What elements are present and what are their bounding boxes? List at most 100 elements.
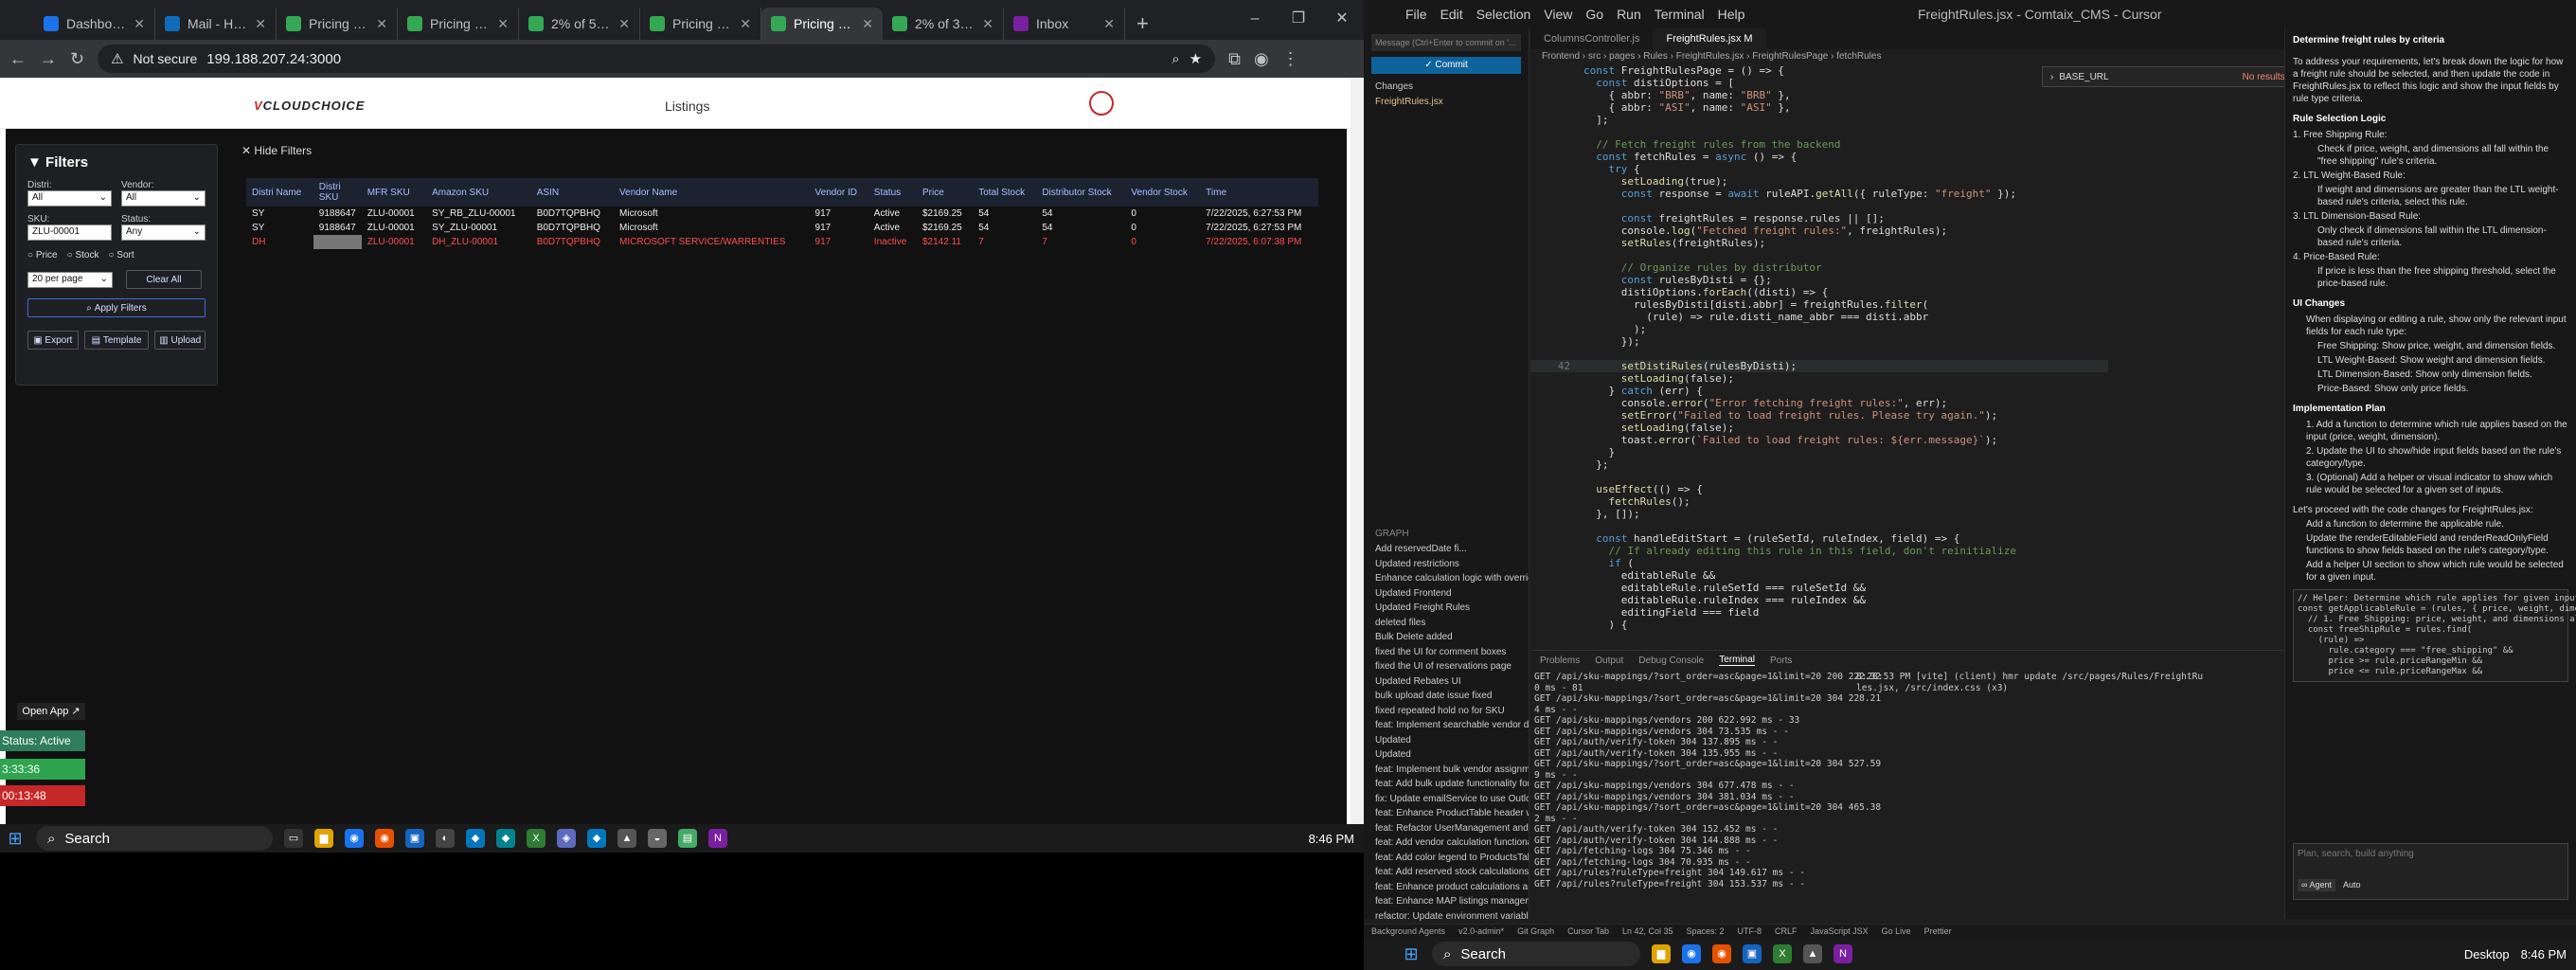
browser-tab[interactable]: Pricing CM ✕ [398, 8, 519, 40]
app-icon[interactable]: ◆ [466, 829, 485, 848]
desktop-label[interactable]: Desktop [2464, 947, 2510, 961]
model-select[interactable]: Auto [2343, 879, 2361, 891]
profile-icon[interactable]: ◉ [1254, 49, 1269, 69]
radio-sort[interactable]: ○ Sort [108, 250, 134, 260]
taskbar-search[interactable]: ⌕ Search [1432, 942, 1640, 966]
commit-item[interactable]: Add reservedDate fi... [1364, 542, 1529, 557]
task-view-icon[interactable]: ▭ [284, 829, 303, 848]
column-header[interactable]: Amazon SKU [426, 178, 531, 207]
status-item[interactable]: Cursor Tab [1567, 926, 1609, 936]
zoom-icon[interactable]: ⌕ [1172, 51, 1179, 67]
status-item[interactable]: JavaScript JSX [1811, 926, 1869, 936]
menu-item[interactable]: File [1405, 7, 1427, 22]
chat-input[interactable]: Plan, search, build anything ∞ Agent Aut… [2293, 843, 2568, 900]
commit-item[interactable]: feat: Add color legend to ProductsTable.… [1364, 851, 1529, 866]
minimize-icon[interactable]: – [1233, 0, 1277, 40]
agent-mode-select[interactable]: ∞ Agent [2298, 879, 2335, 891]
column-header[interactable]: Distributor Stock [1036, 178, 1126, 207]
panel-tab[interactable]: Ports [1770, 656, 1792, 666]
commit-item[interactable]: feat: Enhance MAP listings managemen... [1364, 894, 1529, 909]
column-header[interactable]: Distri SKU [313, 178, 362, 207]
column-header[interactable]: Status [868, 178, 917, 207]
commit-item[interactable]: Updated Frontend [1364, 586, 1529, 602]
commit-item[interactable]: refactor: Update environment variable ..… [1364, 909, 1529, 925]
firefox-icon[interactable]: ◉ [375, 829, 394, 848]
onenote-icon[interactable]: N [1834, 944, 1852, 963]
graph-header[interactable]: GRAPH [1364, 527, 1529, 542]
commit-item[interactable]: feat: Implement searchable vendor dro... [1364, 718, 1529, 733]
status-item[interactable]: Go Live [1882, 926, 1911, 936]
changed-file-item[interactable]: FreightRules.jsx [1364, 95, 1529, 110]
commit-item[interactable]: fixed the UI of reservations page [1364, 659, 1529, 674]
browser-tab[interactable]: Pricing CMS ✕ [640, 8, 761, 40]
new-tab-button[interactable]: + [1125, 8, 1160, 40]
bookmark-star-icon[interactable]: ★ [1190, 50, 1202, 67]
terminal-backend[interactable]: GET /api/sku-mappings/?sort_order=asc&pa… [1534, 672, 1881, 889]
terminal-frontend[interactable]: 8:28:53 PM [vite] (client) hmr update /s… [1856, 672, 2207, 693]
column-header[interactable]: Vendor Stock [1125, 178, 1201, 207]
status-item[interactable]: CRLF [1775, 926, 1798, 936]
distri-select[interactable]: All ⌄ [27, 190, 112, 207]
status-item[interactable]: Ln 42, Col 35 [1622, 926, 1673, 936]
panel-tab[interactable]: Terminal [1719, 655, 1756, 666]
status-select[interactable]: Any ⌄ [121, 225, 206, 241]
commit-message-input[interactable]: Message (Ctrl+Enter to commit on '... [1371, 34, 1521, 51]
browser-tab[interactable]: Inbox ✕ [1004, 8, 1125, 40]
close-icon[interactable]: ✕ [1320, 0, 1364, 40]
page-scrollbar[interactable] [1351, 78, 1364, 831]
browser-tab[interactable]: Pricing CMS ✕ [277, 8, 398, 40]
browser-tab[interactable]: Dashboard ✕ [34, 8, 155, 40]
app-icon[interactable]: ◆ [587, 829, 606, 848]
commit-item[interactable]: Updated Freight Rules [1364, 601, 1529, 616]
close-icon[interactable]: ✕ [255, 16, 266, 32]
radio-stock[interactable]: ○ Stock [67, 250, 99, 260]
cursor-icon[interactable]: ▲ [617, 829, 636, 848]
column-header[interactable]: Vendor ID [809, 178, 868, 207]
close-icon[interactable]: ✕ [862, 16, 873, 32]
status-item[interactable]: Git Graph [1517, 926, 1554, 936]
table-row[interactable]: DH ZLU-00001 DH_ZLU-00001 B0D7TQPBHQ MICROSO… [246, 235, 1318, 249]
reload-icon[interactable]: ↻ [70, 49, 84, 69]
app-icon[interactable]: ◐ [436, 829, 455, 848]
menu-item[interactable]: Help [1718, 7, 1745, 22]
panel-tab[interactable]: Debug Console [1638, 656, 1704, 666]
excel-icon[interactable]: X [1773, 944, 1792, 963]
close-icon[interactable]: ✕ [1103, 16, 1115, 32]
vendor-select[interactable]: All ⌄ [121, 190, 206, 207]
status-item[interactable]: Background Agents [1371, 926, 1445, 936]
forward-icon[interactable]: → [40, 49, 57, 69]
menu-item[interactable]: Run [1617, 7, 1641, 22]
radio-price[interactable]: ○ Price [27, 250, 58, 260]
find-widget[interactable]: › BASE_URL No results ↑ ↓ ✕ [2042, 66, 2326, 87]
commit-item[interactable]: Bulk Delete added [1364, 630, 1529, 645]
browser-tab[interactable]: Mail - Hasa ✕ [155, 8, 277, 40]
commit-item[interactable]: Updated Rebates UI [1364, 674, 1529, 690]
windows-start-icon[interactable]: ⊞ [6, 829, 25, 848]
menu-item[interactable]: View [1544, 7, 1572, 22]
editor-tab[interactable]: FreightRules.jsx M [1653, 28, 1766, 49]
close-icon[interactable]: ✕ [497, 16, 509, 32]
cursor-icon[interactable]: ▲ [1803, 944, 1822, 963]
commit-button[interactable]: ✓ Commit [1371, 57, 1521, 74]
commit-item[interactable]: feat: Enhance ProductTable header wit... [1364, 806, 1529, 821]
chrome-icon[interactable]: ◉ [345, 829, 364, 848]
nav-listings[interactable]: Listings [665, 99, 709, 114]
commit-item[interactable]: feat: Enhance product calculations and .… [1364, 880, 1529, 895]
table-row[interactable]: SY 9188647 ZLU-00001 SY_RB_ZLU-00001 B0D7TQP… [246, 207, 1318, 221]
commit-item[interactable]: feat: Add vendor calculation functional.… [1364, 835, 1529, 851]
code-area[interactable]: const FreightRulesPage = () => { const d… [1530, 64, 2108, 631]
app-icon[interactable]: ◆ [496, 829, 515, 848]
column-header[interactable]: Distri Name [246, 178, 313, 207]
extensions-icon[interactable]: ⧉ [1228, 49, 1241, 69]
windows-start-icon[interactable]: ⊞ [1402, 944, 1421, 963]
column-header[interactable]: Vendor Name [614, 178, 810, 207]
browser-tab[interactable]: 2% of 32.8 ✕ [883, 8, 1004, 40]
commit-item[interactable]: deleted files [1364, 616, 1529, 631]
changes-header[interactable]: Changes [1364, 80, 1529, 95]
commit-item[interactable]: feat: Implement bulk vendor assignmen... [1364, 763, 1529, 778]
editor-tab[interactable]: ColumnsController.js [1530, 28, 1653, 49]
column-header[interactable]: MFR SKU [361, 178, 427, 207]
restore-icon[interactable]: ❐ [1277, 0, 1320, 40]
status-item[interactable]: v2.0-admin* [1458, 926, 1504, 936]
apply-filters-button[interactable]: ⌕ Apply Filters [27, 298, 206, 317]
